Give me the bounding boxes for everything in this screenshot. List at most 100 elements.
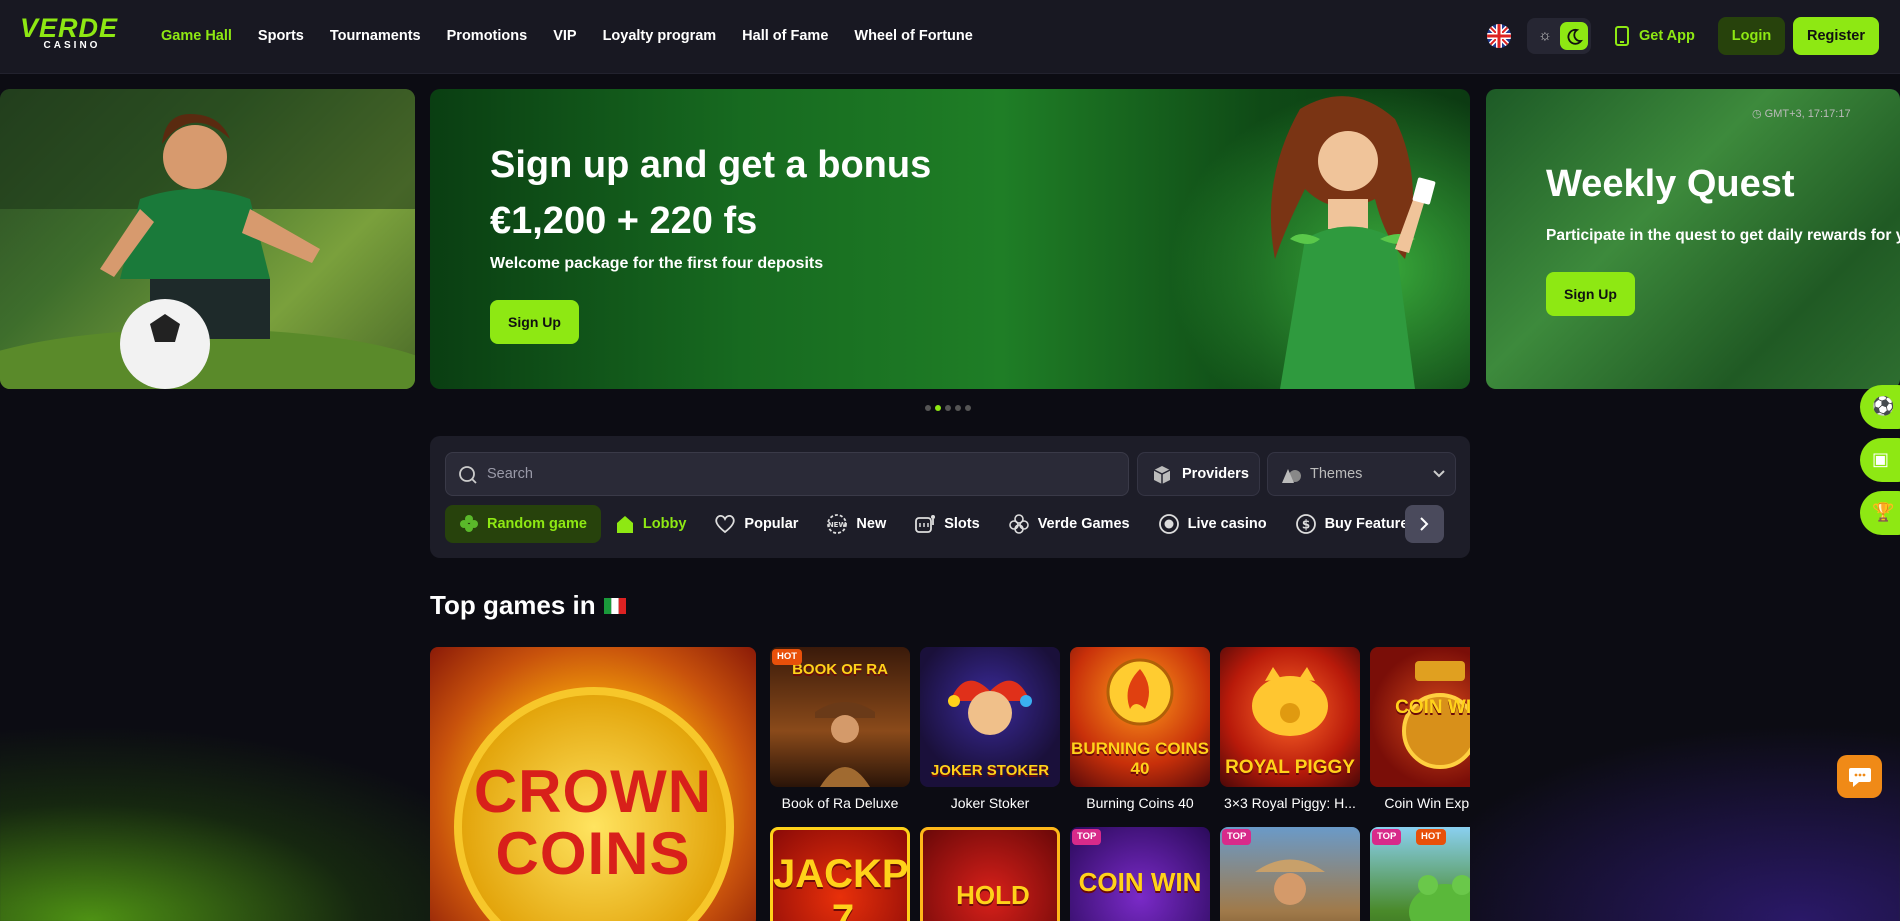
tab-random-game[interactable]: Random game bbox=[445, 505, 601, 543]
treasure-side-button[interactable]: ▣ bbox=[1860, 438, 1900, 482]
game-card[interactable]: JOKER STOKER Joker Stoker bbox=[920, 647, 1060, 811]
top-badge: TOP bbox=[1072, 829, 1102, 845]
nav-sports[interactable]: Sports bbox=[258, 28, 304, 44]
game-name: Joker Stoker bbox=[950, 795, 1030, 811]
game-thumbnail[interactable]: COIN WIN TOP bbox=[1070, 827, 1210, 921]
carousel-dot[interactable] bbox=[955, 405, 961, 411]
game-card[interactable]: TOP bbox=[1220, 827, 1360, 921]
clock-text: GMT+3, 17:17:17 bbox=[1764, 108, 1851, 120]
tab-lobby[interactable]: Lobby bbox=[601, 505, 701, 543]
banner-slide-weekly-quest[interactable]: ◷ GMT+3, 17:17:17 Weekly Quest Participa… bbox=[1486, 89, 1900, 389]
trophy-side-button[interactable]: 🏆 bbox=[1860, 491, 1900, 535]
clover-icon bbox=[460, 515, 478, 532]
tab-label: Slots bbox=[944, 516, 980, 532]
carousel-dot-active[interactable] bbox=[935, 405, 941, 411]
signup-title: Sign up and get a bonus €1,200 + 220 fs bbox=[490, 137, 931, 249]
banner-slide-prev[interactable] bbox=[0, 89, 415, 389]
svg-text:NEW: NEW bbox=[828, 521, 847, 529]
weekly-quest-subtitle: Participate in the quest to get daily re… bbox=[1546, 227, 1900, 244]
game-card[interactable]: ROYAL PIGGY 3×3 Royal Piggy: H... bbox=[1220, 647, 1360, 811]
search-placeholder: Search bbox=[487, 466, 533, 482]
game-art-text: ROYAL PIGGY bbox=[1225, 757, 1355, 778]
sports-side-button[interactable]: ⚽ bbox=[1860, 385, 1900, 429]
game-name: Burning Coins 40 bbox=[1086, 795, 1194, 811]
moon-icon[interactable] bbox=[1560, 22, 1588, 50]
chat-support-button[interactable] bbox=[1837, 755, 1882, 798]
signup-button[interactable]: Sign Up bbox=[490, 300, 579, 344]
game-thumbnail[interactable]: BURNING COINS 40 bbox=[1070, 647, 1210, 787]
tab-popular[interactable]: Popular bbox=[700, 505, 812, 543]
game-thumbnail[interactable]: HOLD bbox=[920, 827, 1060, 921]
nav-game-hall[interactable]: Game Hall bbox=[161, 28, 232, 44]
game-card[interactable]: BURNING COINS 40 Burning Coins 40 bbox=[1070, 647, 1210, 811]
nav-wheel-of-fortune[interactable]: Wheel of Fortune bbox=[854, 28, 972, 44]
sun-icon[interactable]: ☼ bbox=[1533, 24, 1557, 48]
clock-icon: ◷ bbox=[1752, 108, 1762, 120]
game-card[interactable]: TOP HOT bbox=[1370, 827, 1470, 921]
game-thumbnail[interactable]: JOKER STOKER bbox=[920, 647, 1060, 787]
italy-flag-icon bbox=[603, 597, 626, 614]
logo-main: VERDE bbox=[20, 13, 119, 43]
uk-flag-icon[interactable] bbox=[1487, 24, 1511, 48]
signup-subtitle: Welcome package for the first four depos… bbox=[490, 255, 824, 272]
trophy-icon: 🏆 bbox=[1872, 502, 1895, 522]
game-thumbnail[interactable]: TOP bbox=[1220, 827, 1360, 921]
tab-label: Random game bbox=[487, 516, 587, 532]
nav-promotions[interactable]: Promotions bbox=[447, 28, 528, 44]
game-thumbnail[interactable]: TOP HOT bbox=[1370, 827, 1470, 921]
search-input[interactable]: Search bbox=[445, 452, 1129, 496]
get-app-button[interactable]: Get App bbox=[1615, 18, 1695, 54]
game-card-featured[interactable]: CROWN COINS bbox=[430, 647, 756, 921]
register-button[interactable]: Register bbox=[1793, 17, 1879, 55]
verde-casino-logo[interactable]: VERDE CASINO bbox=[20, 14, 120, 54]
category-tabs: Random game Lobby Popular NEW New Slots … bbox=[445, 505, 1422, 543]
login-button[interactable]: Login bbox=[1718, 17, 1785, 55]
weekly-quest-signup-button[interactable]: Sign Up bbox=[1546, 272, 1635, 316]
game-card[interactable]: BOOK OF RA HOT Book of Ra Deluxe bbox=[770, 647, 910, 811]
game-filter-panel: Search Providers Themes Random game Lobb… bbox=[430, 436, 1470, 558]
chat-bubble-icon bbox=[1849, 768, 1871, 787]
search-icon bbox=[459, 466, 477, 484]
carousel-dot[interactable] bbox=[925, 405, 931, 411]
tab-slots[interactable]: Slots bbox=[900, 505, 993, 543]
theme-toggle[interactable]: ☼ bbox=[1527, 18, 1591, 54]
game-art-text: JACKPOT 7 bbox=[773, 852, 909, 921]
game-thumbnail[interactable]: JACKPOT 7 bbox=[770, 827, 910, 921]
providers-button[interactable]: Providers bbox=[1137, 452, 1260, 496]
tab-verde-games[interactable]: Verde Games bbox=[994, 505, 1144, 543]
verde-icon bbox=[1008, 514, 1029, 534]
tab-new[interactable]: NEW New bbox=[812, 505, 900, 543]
explorer-art bbox=[815, 702, 875, 787]
carousel-dot[interactable] bbox=[945, 405, 951, 411]
nav-loyalty-program[interactable]: Loyalty program bbox=[603, 28, 717, 44]
carousel-dots bbox=[925, 405, 971, 411]
carousel-dot[interactable] bbox=[965, 405, 971, 411]
game-card[interactable]: JACKPOT 7 bbox=[770, 827, 910, 921]
game-card[interactable]: HOLD bbox=[920, 827, 1060, 921]
game-thumbnail[interactable]: BOOK OF RA HOT bbox=[770, 647, 910, 787]
new-badge-icon: NEW bbox=[827, 514, 848, 534]
tabs-next-button[interactable] bbox=[1405, 505, 1444, 543]
tab-live-casino[interactable]: Live casino bbox=[1144, 505, 1281, 543]
nav-tournaments[interactable]: Tournaments bbox=[330, 28, 421, 44]
hot-badge: HOT bbox=[772, 649, 803, 665]
game-thumbnail[interactable]: COIN WIN bbox=[1370, 647, 1470, 787]
game-name: Book of Ra Deluxe bbox=[781, 795, 899, 811]
chevron-down-icon bbox=[1433, 470, 1445, 478]
game-thumbnail[interactable]: ROYAL PIGGY bbox=[1220, 647, 1360, 787]
themes-label: Themes bbox=[1310, 466, 1363, 482]
cowboy-art bbox=[1255, 859, 1325, 905]
nav-vip[interactable]: VIP bbox=[553, 28, 576, 44]
top-games-title: Top games in bbox=[430, 590, 596, 620]
joker-art bbox=[948, 680, 1032, 735]
nav-hall-of-fame[interactable]: Hall of Fame bbox=[742, 28, 828, 44]
themes-dropdown[interactable]: Themes bbox=[1267, 452, 1456, 496]
game-card[interactable]: COIN WIN Coin Win Express bbox=[1370, 647, 1470, 811]
banner-slide-signup[interactable]: Sign up and get a bonus €1,200 + 220 fs W… bbox=[430, 89, 1470, 389]
soccer-ball-icon: ⚽ bbox=[1872, 396, 1895, 416]
treasure-chest-icon: ▣ bbox=[1872, 449, 1890, 469]
tab-buy-feature[interactable]: $ Buy Feature bbox=[1281, 505, 1423, 543]
top-header: VERDE CASINO Game Hall Sports Tournament… bbox=[0, 0, 1900, 74]
game-card[interactable]: COIN WIN TOP bbox=[1070, 827, 1210, 921]
tab-label: Verde Games bbox=[1037, 516, 1130, 532]
